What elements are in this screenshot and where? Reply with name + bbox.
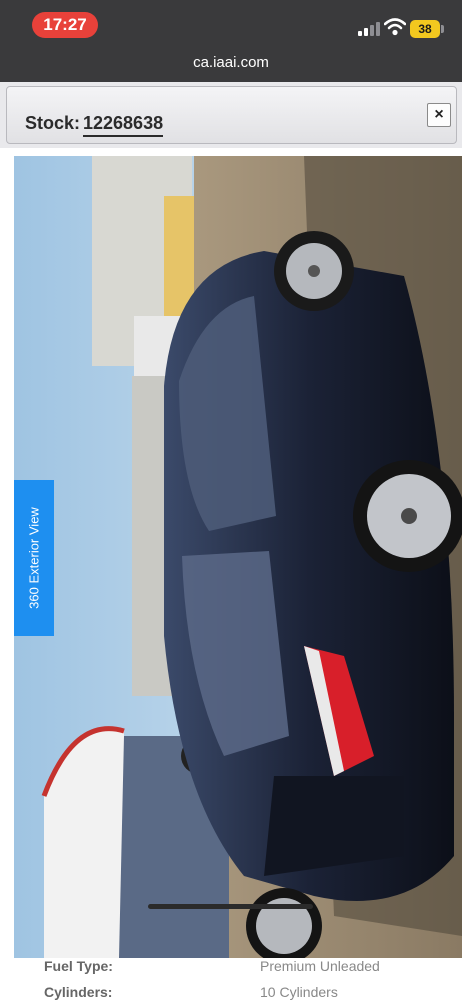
wifi-icon	[384, 18, 406, 36]
detail-value: 10 Cylinders	[260, 984, 338, 1000]
status-bar: 17:27 38	[0, 0, 462, 48]
close-icon[interactable]: ×	[427, 103, 451, 127]
page: Stock: 12268638 × 360 Exterior View Fuel…	[0, 82, 462, 1000]
clock: 17:27	[32, 12, 98, 38]
detail-value: Premium Unleaded	[260, 958, 380, 974]
360-exterior-view-button[interactable]: 360 Exterior View	[14, 480, 54, 636]
stock-number-link[interactable]: 12268638	[83, 113, 164, 137]
modal-header: Stock: 12268638 ×	[6, 86, 457, 144]
detail-label: Fuel Type:	[44, 958, 113, 974]
360-exterior-view-label: 360 Exterior View	[26, 507, 42, 609]
modal-body: 360 Exterior View	[0, 148, 462, 1000]
vehicle-photo[interactable]	[14, 156, 462, 958]
url-bar[interactable]: ca.iaai.com	[0, 48, 462, 82]
home-indicator[interactable]	[148, 904, 313, 909]
battery-tip	[441, 25, 444, 33]
signal-icon	[358, 22, 380, 36]
watermark: OTOMOTO	[10, 978, 81, 990]
battery-icon: 38	[410, 20, 440, 38]
stock-label: Stock:	[25, 113, 81, 133]
